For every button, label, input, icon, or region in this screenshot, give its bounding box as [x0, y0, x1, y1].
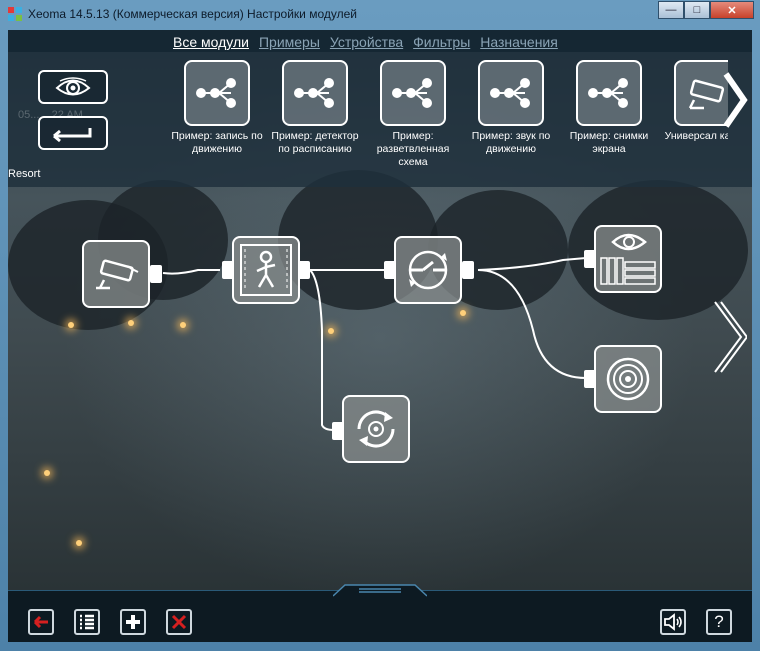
walking-person-icon [240, 244, 292, 296]
plus-icon [126, 615, 140, 629]
help-button[interactable]: ? [706, 609, 732, 635]
delete-button[interactable] [166, 609, 192, 635]
module-motion-detector[interactable] [232, 236, 300, 304]
module-output-port[interactable] [150, 265, 162, 283]
list-button[interactable] [74, 609, 100, 635]
module-http-switcher[interactable] [342, 395, 410, 463]
title-bar: Xeoma 14.5.13 (Коммерческая версия) Наст… [0, 0, 760, 28]
window-title: Xeoma 14.5.13 (Коммерческая версия) Наст… [28, 7, 357, 21]
sound-icon [664, 613, 682, 631]
add-button[interactable] [120, 609, 146, 635]
eye-archive-icon [600, 233, 656, 285]
module-connections [162, 257, 587, 431]
red-x-icon [171, 614, 187, 630]
module-scheduler[interactable] [394, 236, 462, 304]
minimize-icon[interactable]: — [658, 1, 684, 19]
exit-button[interactable] [28, 609, 54, 635]
module-preview-archive[interactable] [594, 225, 662, 293]
bottom-toolbar: ? [8, 584, 752, 642]
sound-button[interactable] [660, 609, 686, 635]
chevron-right-outline-icon[interactable] [711, 300, 747, 374]
scheduler-icon [408, 250, 448, 290]
app-window: Xeoma 14.5.13 (Коммерческая версия) Наст… [0, 0, 760, 651]
circular-arrows-icon [357, 410, 395, 448]
module-universal-camera[interactable] [82, 240, 150, 308]
close-icon[interactable]: ✕ [710, 1, 754, 19]
main-area: Все модули Примеры Устройства Фильтры На… [8, 30, 752, 642]
panel-handle[interactable] [333, 583, 427, 597]
red-arrow-left-icon [33, 615, 48, 629]
list-icon [80, 614, 94, 630]
camera-icon [96, 259, 139, 290]
window-controls: — □ ✕ [658, 1, 754, 19]
module-output-port[interactable] [462, 261, 474, 279]
module-output-port[interactable] [298, 261, 310, 279]
xeoma-app-icon [8, 7, 22, 21]
module-sound-alarm[interactable] [594, 345, 662, 413]
speaker-icon [606, 357, 650, 401]
maximize-icon[interactable]: □ [684, 1, 710, 19]
